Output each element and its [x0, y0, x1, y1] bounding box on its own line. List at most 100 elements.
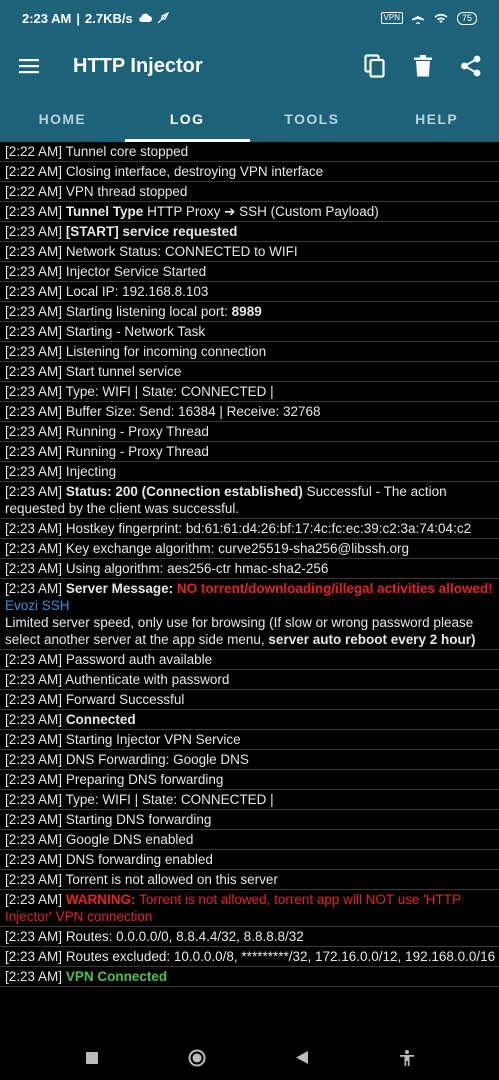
tab-home[interactable]: HOME	[0, 96, 125, 142]
log-entry: [2:23 AM] DNS Forwarding: Google DNS	[0, 750, 499, 770]
log-entry: [2:23 AM] Starting listening local port:…	[0, 302, 499, 322]
log-entry: [2:23 AM] Routes excluded: 10.0.0.0/8, *…	[0, 947, 499, 967]
log-message: Torrent is not allowed on this server	[65, 872, 278, 887]
log-entry: [2:23 AM] Password auth available	[0, 650, 499, 670]
log-entry: [2:23 AM] Routes: 0.0.0.0/0, 8.8.4.4/32,…	[0, 927, 499, 947]
menu-button[interactable]	[0, 36, 58, 96]
log-message: Network Status: CONNECTED to WIFI	[65, 244, 298, 259]
log-entry: [2:23 AM] Preparing DNS forwarding	[0, 770, 499, 790]
log-message: Preparing DNS forwarding	[65, 772, 224, 787]
log-timestamp: [2:23 AM]	[5, 712, 63, 727]
log-timestamp: [2:23 AM]	[5, 304, 63, 319]
cloud-icon	[138, 13, 152, 23]
log-message: Type: WIFI | State: CONNECTED |	[65, 792, 274, 807]
log-timestamp: [2:23 AM]	[5, 852, 63, 867]
log-timestamp: [2:23 AM]	[5, 561, 63, 576]
log-message-emphasis: server auto reboot every 2 hour)	[268, 632, 476, 647]
log-timestamp: [2:23 AM]	[5, 404, 63, 419]
trash-icon	[414, 55, 432, 77]
log-timestamp: [2:23 AM]	[5, 949, 63, 964]
log-timestamp: [2:23 AM]	[5, 484, 63, 499]
log-entry: [2:23 AM] Start tunnel service	[0, 362, 499, 382]
circle-icon	[188, 1049, 206, 1066]
recents-button[interactable]	[72, 1038, 112, 1078]
network-speed: 2.7KB/s	[85, 10, 133, 26]
log-message: Running - Proxy Thread	[65, 444, 209, 459]
log-timestamp: [2:23 AM]	[5, 969, 63, 984]
log-timestamp: [2:22 AM]	[5, 144, 63, 159]
log-message: Authenticate with password	[65, 672, 230, 687]
log-message: Closing interface, destroying VPN interf…	[65, 164, 324, 179]
log-message: Hostkey fingerprint: bd:61:61:d4:26:bf:1…	[65, 521, 472, 536]
battery-level: 75	[456, 11, 477, 25]
app-title: HTTP Injector	[73, 54, 203, 77]
square-icon	[86, 1051, 99, 1064]
log-entry: [2:23 AM] Server Message: NO torrent/dow…	[0, 579, 499, 650]
vpn-badge: VPN	[380, 12, 403, 24]
log-message: Google DNS enabled	[65, 832, 194, 847]
delete-button[interactable]	[399, 36, 447, 96]
log-message: Buffer Size: Send: 16384 | Receive: 3276…	[65, 404, 321, 419]
log-message: Routes excluded: 10.0.0.0/8, *********/3…	[65, 949, 496, 964]
back-triangle-icon	[295, 1051, 308, 1064]
accessibility-icon	[399, 1049, 414, 1066]
log-message: Starting - Network Task	[65, 324, 206, 339]
copy-button[interactable]	[351, 36, 399, 96]
log-timestamp: [2:23 AM]	[5, 692, 63, 707]
log-value: 8989	[231, 304, 262, 319]
log-message: DNS Forwarding: Google DNS	[65, 752, 249, 767]
log-timestamp: [2:23 AM]	[5, 324, 63, 339]
log-message: Using algorithm: aes256-ctr hmac-sha2-25…	[65, 561, 329, 576]
accessibility-button[interactable]	[387, 1038, 427, 1078]
log-entry: [2:23 AM] Key exchange algorithm: curve2…	[0, 539, 499, 559]
back-button[interactable]	[282, 1038, 322, 1078]
log-entry: [2:23 AM] Injecting	[0, 462, 499, 482]
log-entry: [2:23 AM] Connected	[0, 710, 499, 730]
log-timestamp: [2:23 AM]	[5, 832, 63, 847]
log-timestamp: [2:23 AM]	[5, 872, 63, 887]
share-button[interactable]	[447, 36, 495, 96]
log-timestamp: [2:23 AM]	[5, 284, 63, 299]
log-entry: [2:23 AM] Local IP: 192.168.8.103	[0, 282, 499, 302]
log-entry: [2:23 AM] Starting DNS forwarding	[0, 810, 499, 830]
log-message: Starting DNS forwarding	[65, 812, 212, 827]
tab-tools[interactable]: TOOLS	[250, 96, 375, 142]
log-entry: [2:23 AM] VPN Connected	[0, 967, 499, 987]
airplane-icon	[411, 12, 424, 24]
log-message: Listening for incoming connection	[65, 344, 267, 359]
log-message: Tunnel core stopped	[65, 144, 189, 159]
log-entry: [2:23 AM] WARNING: Torrent is not allowe…	[0, 890, 499, 927]
log-entry: [2:23 AM] Tunnel Type HTTP Proxy ➔ SSH (…	[0, 202, 499, 222]
log-entry: [2:22 AM] VPN thread stopped	[0, 182, 499, 202]
log-timestamp: [2:23 AM]	[5, 752, 63, 767]
tab-log[interactable]: LOG	[124, 96, 250, 142]
log-list[interactable]: [2:22 AM] Tunnel core stopped [2:22 AM] C…	[0, 142, 499, 1035]
log-entry: [2:23 AM] Hostkey fingerprint: bd:61:61:…	[0, 519, 499, 539]
log-entry: [2:23 AM] Status: 200 (Connection establ…	[0, 482, 499, 519]
log-entry: [2:23 AM] Running - Proxy Thread	[0, 422, 499, 442]
log-timestamp: [2:23 AM]	[5, 224, 63, 239]
log-timestamp: [2:23 AM]	[5, 672, 63, 687]
log-timestamp: [2:23 AM]	[5, 521, 63, 536]
log-entry: [2:23 AM] [START] service requested	[0, 222, 499, 242]
share-icon	[461, 55, 481, 77]
home-button[interactable]	[177, 1038, 217, 1078]
log-message: VPN thread stopped	[65, 184, 188, 199]
log-message: DNS forwarding enabled	[65, 852, 213, 867]
hamburger-icon	[19, 59, 39, 74]
log-entry: [2:23 AM] Type: WIFI | State: CONNECTED …	[0, 382, 499, 402]
system-nav-bar	[0, 1035, 499, 1080]
log-label: Status: 200 (Connection established)	[65, 484, 303, 499]
copy-icon	[364, 54, 385, 78]
log-entry: [2:22 AM] Closing interface, destroying …	[0, 162, 499, 182]
log-timestamp: [2:22 AM]	[5, 164, 63, 179]
log-message: Start tunnel service	[65, 364, 182, 379]
log-message: Type: WIFI | State: CONNECTED |	[65, 384, 274, 399]
log-timestamp: [2:23 AM]	[5, 652, 63, 667]
log-message: Password auth available	[65, 652, 213, 667]
tab-help[interactable]: HELP	[374, 96, 499, 142]
log-label: Tunnel Type	[65, 204, 144, 219]
log-message: HTTP Proxy ➔ SSH (Custom Payload)	[147, 204, 379, 219]
app-bar: HTTP Injector	[0, 36, 499, 96]
log-message: Starting Injector VPN Service	[65, 732, 241, 747]
